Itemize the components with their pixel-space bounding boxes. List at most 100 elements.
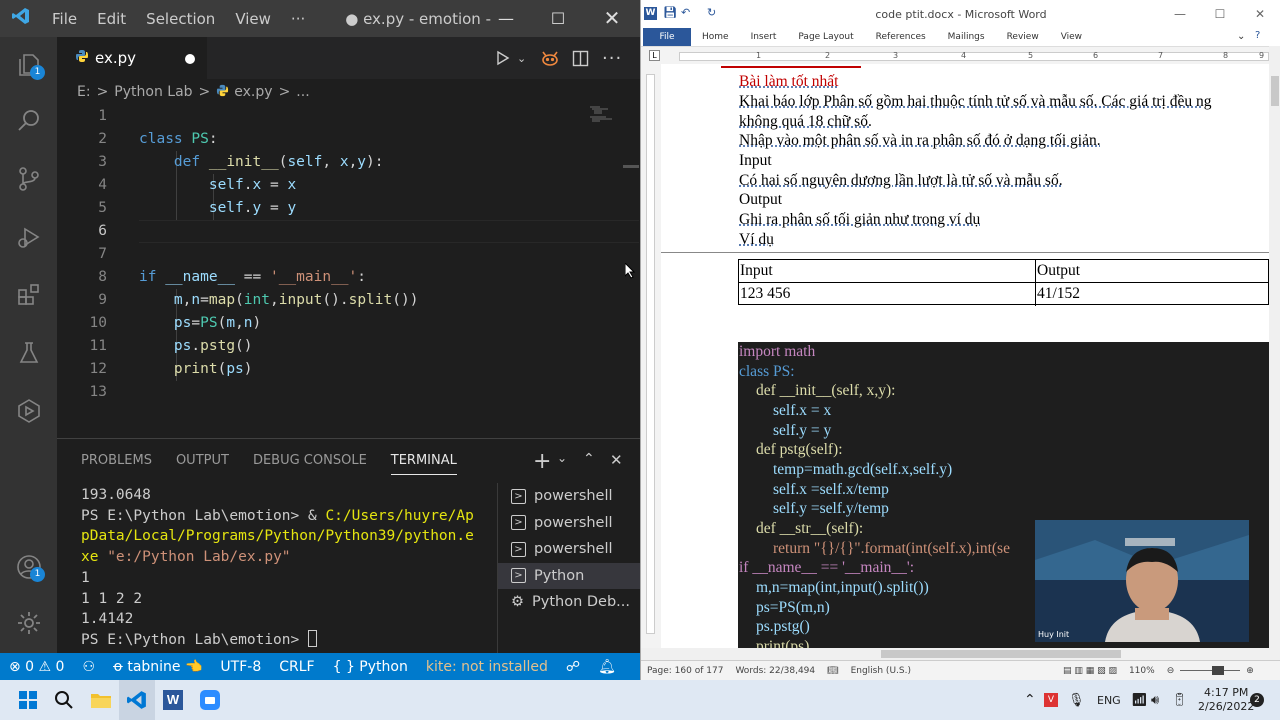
ribbon-tab-references[interactable]: References	[865, 32, 937, 42]
tab-terminal[interactable]: TERMINAL	[379, 439, 469, 483]
feedback-icon[interactable]: ☍	[557, 659, 589, 675]
remote-explorer-icon[interactable]	[0, 387, 57, 435]
close-panel-icon[interactable]: ✕	[610, 451, 623, 469]
input-language[interactable]: ENG	[1097, 680, 1121, 720]
testing-icon[interactable]	[0, 329, 57, 377]
microphone-icon[interactable]: 🎙︎	[1068, 680, 1085, 720]
menu-selection[interactable]: Selection	[136, 10, 225, 28]
ribbon-tab-home[interactable]: Home	[691, 32, 740, 42]
volume-icon[interactable]: 🔊︎	[1151, 680, 1159, 720]
search-icon[interactable]	[0, 97, 57, 145]
terminal-instance[interactable]: ⚙ Python Deb...	[498, 589, 640, 616]
page-count[interactable]: Page: 160 of 177	[641, 666, 729, 676]
breadcrumb-drive[interactable]: E:	[77, 84, 91, 100]
proofing-icon[interactable]: 📖︎	[821, 666, 844, 676]
ribbon-tab-mailings[interactable]: Mailings	[937, 32, 996, 42]
file-explorer-icon[interactable]	[83, 680, 119, 720]
menu-file[interactable]: File	[42, 10, 87, 28]
notifications-bell-icon[interactable]: 🔔︎	[589, 659, 625, 675]
accounts-icon[interactable]: 1	[0, 543, 57, 591]
editor-scrollbar[interactable]	[623, 165, 639, 168]
tab-problems[interactable]: PROBLEMS	[69, 439, 164, 483]
breadcrumb-more[interactable]: ...	[296, 84, 309, 100]
notification-center-icon[interactable]: 2	[1250, 680, 1264, 720]
settings-gear-icon[interactable]	[0, 599, 57, 647]
view-mode-icons[interactable]: ▤ ▥ ▦ ▧ ▨	[1057, 666, 1123, 676]
extensions-icon[interactable]	[0, 271, 57, 319]
word-close-icon[interactable]: ✕	[1241, 0, 1279, 28]
battery-icon[interactable]: 🔋︎	[1171, 680, 1188, 720]
show-hidden-icons-chevron-icon[interactable]: ⌃	[1024, 680, 1036, 720]
ribbon-tab-insert[interactable]: Insert	[740, 32, 788, 42]
ribbon-tab-review[interactable]: Review	[996, 32, 1050, 42]
terminal-output[interactable]: 193.0648 PS E:\Python Lab\emotion> & C:/…	[81, 485, 497, 655]
tab-stop-selector-icon[interactable]: L	[649, 50, 660, 61]
zoom-level[interactable]: 110%	[1123, 666, 1161, 676]
terminal-dropdown-chevron-icon[interactable]: ⌄	[557, 451, 567, 465]
zoom-in-icon[interactable]: ⊕	[1240, 666, 1260, 676]
tab-output[interactable]: OUTPUT	[164, 439, 241, 483]
new-terminal-plus-icon[interactable]: +	[533, 449, 551, 474]
kite-status[interactable]: kite: not installed	[417, 659, 557, 675]
live-share-icon[interactable]: ⚇	[73, 659, 104, 675]
tray-app-icon[interactable]: V	[1044, 680, 1058, 720]
breadcrumb-folder[interactable]: Python Lab	[114, 84, 192, 100]
scroll-thumb[interactable]	[881, 650, 1121, 658]
ribbon-expand-chevron-icon[interactable]: ⌄	[1237, 31, 1245, 42]
tab-debug-console[interactable]: DEBUG CONSOLE	[241, 439, 379, 483]
run-debug-icon[interactable]	[0, 213, 57, 261]
terminal-instance[interactable]: > powershell	[498, 483, 640, 510]
ribbon-tab-file[interactable]: File	[643, 28, 691, 46]
ribbon-tab-view[interactable]: View	[1050, 32, 1093, 42]
run-python-icon[interactable]	[495, 37, 511, 79]
example-table[interactable]: Input Output 123 456 41/152	[738, 259, 1269, 306]
menu-edit[interactable]: Edit	[87, 10, 136, 28]
close-icon[interactable]: ✕	[586, 0, 638, 37]
tabnine-cat-icon[interactable]	[540, 37, 560, 79]
vscode-taskbar-icon[interactable]	[119, 680, 155, 720]
wifi-icon[interactable]: 📶︎	[1131, 680, 1148, 720]
vertical-ruler[interactable]	[641, 64, 661, 648]
scroll-thumb[interactable]	[1271, 76, 1279, 106]
redo-icon[interactable]: ↻	[707, 6, 716, 19]
help-icon[interactable]: ?	[1255, 30, 1260, 41]
eol-status[interactable]: CRLF	[270, 659, 323, 675]
zoom-slider[interactable]	[1180, 666, 1241, 675]
ribbon-tab-page-layout[interactable]: Page Layout	[787, 32, 864, 42]
encoding-status[interactable]: UTF-8	[211, 659, 270, 675]
tab-ex-py[interactable]: ex.py	[57, 37, 207, 79]
problems-status[interactable]: ⊗ 0 ⚠ 0	[0, 659, 73, 675]
explorer-icon[interactable]: 1	[0, 41, 57, 89]
menu-more[interactable]: ···	[281, 10, 315, 28]
language-status[interactable]: English (U.S.)	[845, 666, 917, 676]
horizontal-ruler[interactable]: L 1 2 3 4 5 6 7 8 9	[641, 46, 1280, 64]
code-editor[interactable]: 1 2 3 4 5 6 7 8 9 10 11 12 13 class PS: …	[57, 105, 640, 438]
run-dropdown-chevron-icon[interactable]: ⌄	[517, 37, 526, 79]
maximize-icon[interactable]: ☐	[532, 0, 584, 37]
word-horizontal-scrollbar[interactable]	[641, 648, 1280, 660]
menu-view[interactable]: View	[225, 10, 281, 28]
word-count[interactable]: Words: 22/38,494	[729, 666, 821, 676]
source-control-icon[interactable]	[0, 155, 57, 203]
maximize-panel-chevron-up-icon[interactable]: ⌃	[583, 451, 595, 467]
word-maximize-icon[interactable]: ☐	[1201, 0, 1239, 28]
search-icon[interactable]	[46, 680, 82, 720]
clock[interactable]: 4:17 PM 2/26/2022	[1198, 680, 1254, 720]
more-actions-icon[interactable]: ···	[602, 37, 622, 79]
windows-start-icon[interactable]	[10, 680, 46, 720]
minimize-icon[interactable]: —	[480, 0, 532, 37]
undo-icon[interactable]: ↶	[681, 6, 690, 19]
minimap[interactable]	[588, 105, 628, 125]
word-vertical-scrollbar[interactable]	[1269, 46, 1280, 648]
terminal-instance-active[interactable]: > Python	[498, 562, 640, 589]
breadcrumb-file[interactable]: ex.py	[234, 84, 272, 100]
word-minimize-icon[interactable]: —	[1161, 0, 1199, 28]
word-taskbar-icon[interactable]: W	[155, 680, 191, 720]
split-editor-icon[interactable]	[572, 37, 589, 79]
terminal-instance[interactable]: > powershell	[498, 510, 640, 537]
language-mode[interactable]: { } Python	[324, 659, 417, 675]
zoom-app-icon[interactable]	[192, 680, 228, 720]
save-icon[interactable]: 💾︎	[663, 6, 677, 19]
unsaved-dot-icon[interactable]	[185, 54, 195, 64]
tabnine-status[interactable]: ꝋ tabnine 👈	[104, 659, 211, 675]
